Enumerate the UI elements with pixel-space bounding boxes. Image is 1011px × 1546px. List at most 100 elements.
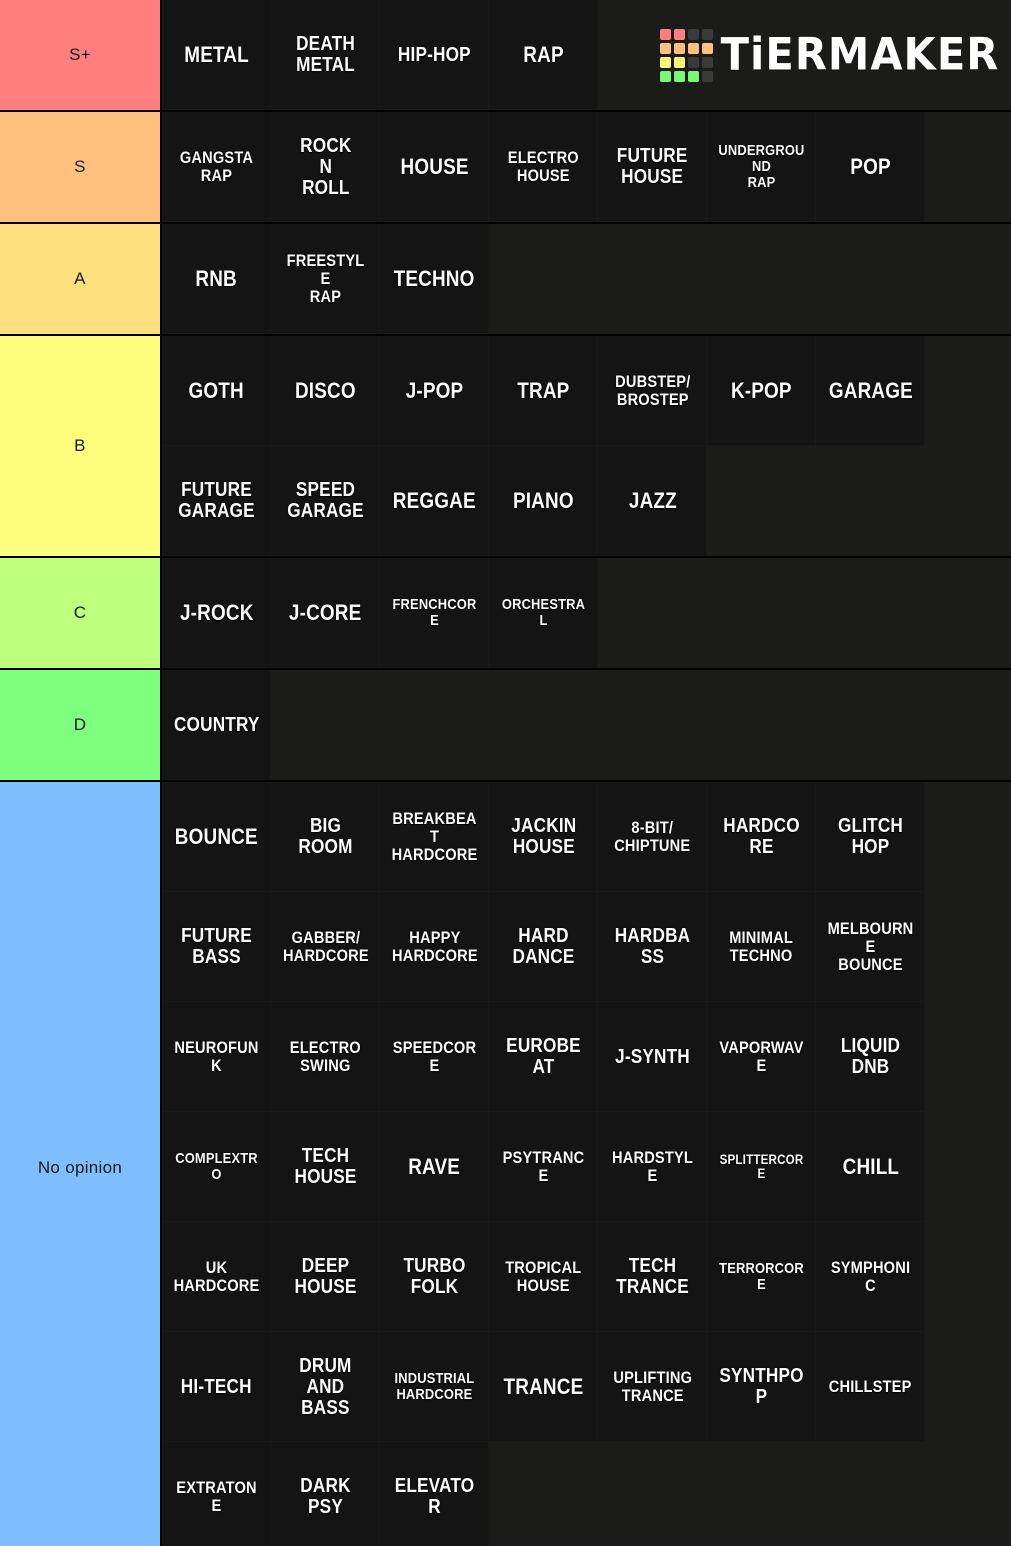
tier-item[interactable]: HAPPY HARDCORE (380, 892, 489, 1002)
tier-item[interactable]: COMPLEXTRO (162, 1112, 271, 1222)
tier-item-label: FUTURE HOUSE (617, 145, 688, 188)
tier-item[interactable]: BREAKBEAT HARDCORE (380, 782, 489, 892)
tier-item-label: HARDSTYLE (612, 1148, 693, 1185)
tier-label-no-opinion[interactable]: No opinion (0, 782, 162, 1546)
tier-drop-area-c[interactable]: J-ROCK J-CORE FRENCHCORE ORCHESTRAL (162, 558, 1011, 668)
tier-drop-area-d[interactable]: COUNTRY (162, 670, 1011, 780)
tier-item[interactable]: TECH HOUSE (271, 1112, 380, 1222)
tier-item[interactable]: METAL (162, 0, 271, 110)
tier-item-label: CHILLSTEP (829, 1377, 912, 1397)
tier-item[interactable]: DUBSTEP/ BROSTEP (598, 336, 707, 446)
tier-item[interactable]: EUROBEAT (489, 1002, 598, 1112)
tier-item-label: LIQUID DNB (840, 1035, 901, 1078)
tier-item[interactable]: HARDCORE (707, 782, 816, 892)
tier-item[interactable]: POP (816, 112, 925, 222)
tier-item[interactable]: RNB (162, 224, 271, 334)
tier-item[interactable]: HIP-HOP (380, 0, 489, 110)
tier-item[interactable]: J-CORE (271, 558, 380, 668)
tier-item[interactable]: HOUSE (380, 112, 489, 222)
tier-item-label: ORCHESTRAL (501, 596, 586, 629)
tier-drop-area-a[interactable]: RNB FREESTYLE RAP TECHNO (162, 224, 1011, 334)
tier-item[interactable]: TECHNO (380, 224, 489, 334)
tier-item[interactable]: TURBO FOLK (380, 1222, 489, 1332)
tier-label-s-[interactable]: S+ (0, 0, 162, 110)
tier-item[interactable]: ELECTRO HOUSE (489, 112, 598, 222)
tier-item[interactable]: ORCHESTRAL (489, 558, 598, 668)
tier-item[interactable]: MINIMAL TECHNO (707, 892, 816, 1002)
tier-item-label: GANGSTA RAP (179, 148, 254, 185)
tier-item[interactable]: 8-BIT/ CHIPTUNE (598, 782, 707, 892)
tier-item[interactable]: HARD DANCE (489, 892, 598, 1002)
tier-drop-area-s-[interactable]: METAL DEATH METAL HIP-HOP RAP (162, 0, 1011, 110)
tier-item[interactable]: PSYTRANCE (489, 1112, 598, 1222)
tier-item-label: DISCO (295, 378, 356, 404)
tier-item[interactable]: FUTURE BASS (162, 892, 271, 1002)
tier-item[interactable]: RAVE (380, 1112, 489, 1222)
tier-item[interactable]: SPLITTERCORE (707, 1112, 816, 1222)
tier-item[interactable]: BOUNCE (162, 782, 271, 892)
tier-item[interactable]: HI-TECH (162, 1332, 271, 1442)
tier-item[interactable]: CHILL (816, 1112, 925, 1222)
tier-item[interactable]: TROPICAL HOUSE (489, 1222, 598, 1332)
tier-item[interactable]: GABBER/ HARDCORE (271, 892, 380, 1002)
tier-item[interactable]: TRANCE (489, 1332, 598, 1442)
tier-item[interactable]: ROCK N ROLL (271, 112, 380, 222)
tier-item[interactable]: GLITCH HOP (816, 782, 925, 892)
tier-item[interactable]: TRAP (489, 336, 598, 446)
tier-item[interactable]: BIG ROOM (271, 782, 380, 892)
tier-item[interactable]: REGGAE (380, 446, 489, 556)
tier-item-label: CHILL (842, 1154, 899, 1180)
tier-item-label: INDUSTRIAL HARDCORE (394, 1370, 475, 1403)
tier-item[interactable]: GANGSTA RAP (162, 112, 271, 222)
tier-drop-area-no-opinion[interactable]: BOUNCE BIG ROOM BREAKBEAT HARDCORE JACKIN H… (162, 782, 1011, 1546)
tier-item[interactable]: VAPORWAVE (707, 1002, 816, 1112)
tier-item[interactable]: CHILLSTEP (816, 1332, 925, 1442)
tier-item[interactable]: J-SYNTH (598, 1002, 707, 1112)
tier-item[interactable]: ELEVATOR (380, 1442, 489, 1546)
tier-item[interactable]: DRUM AND BASS (271, 1332, 380, 1442)
tier-item[interactable]: LIQUID DNB (816, 1002, 925, 1112)
tier-item[interactable]: JAZZ (598, 446, 707, 556)
tier-item[interactable]: SYNTHPOP (707, 1332, 816, 1442)
tier-label-c[interactable]: C (0, 558, 162, 668)
tier-item[interactable]: SPEEDCORE (380, 1002, 489, 1112)
tier-label-a[interactable]: A (0, 224, 162, 334)
tier-item[interactable]: HARDSTYLE (598, 1112, 707, 1222)
tier-item[interactable]: JACKIN HOUSE (489, 782, 598, 892)
tier-item[interactable]: DISCO (271, 336, 380, 446)
tier-item[interactable]: UNDERGROUND RAP (707, 112, 816, 222)
tier-item[interactable]: NEUROFUNK (162, 1002, 271, 1112)
tier-item[interactable]: HARDBASS (598, 892, 707, 1002)
tier-item[interactable]: J-ROCK (162, 558, 271, 668)
tier-item[interactable]: DEATH METAL (271, 0, 380, 110)
tier-item[interactable]: UK HARDCORE (162, 1222, 271, 1332)
tier-item[interactable]: J-POP (380, 336, 489, 446)
tier-label-s[interactable]: S (0, 112, 162, 222)
tier-item[interactable]: SPEED GARAGE (271, 446, 380, 556)
tier-item[interactable]: SYMPHONIC (816, 1222, 925, 1332)
tier-item[interactable]: TERRORCORE (707, 1222, 816, 1332)
tier-item[interactable]: K-POP (707, 336, 816, 446)
tier-item[interactable]: PIANO (489, 446, 598, 556)
tier-drop-area-b[interactable]: GOTH DISCO J-POP TRAP DUBSTEP/ BROSTEP K-POP G… (162, 336, 1011, 556)
tier-item[interactable]: FREESTYLE RAP (271, 224, 380, 334)
tier-item[interactable]: TECH TRANCE (598, 1222, 707, 1332)
tier-item[interactable]: MELBOURNE BOUNCE (816, 892, 925, 1002)
tier-item-label: REGGAE (392, 488, 477, 514)
tier-item[interactable]: COUNTRY (162, 670, 271, 780)
tier-label-b[interactable]: B (0, 336, 162, 556)
tier-item[interactable]: FUTURE HOUSE (598, 112, 707, 222)
tier-item[interactable]: RAP (489, 0, 598, 110)
tier-label-d[interactable]: D (0, 670, 162, 780)
tier-item[interactable]: INDUSTRIAL HARDCORE (380, 1332, 489, 1442)
tier-item[interactable]: UPLIFTING TRANCE (598, 1332, 707, 1442)
tier-item[interactable]: GARAGE (816, 336, 925, 446)
tier-item[interactable]: DARK PSY (271, 1442, 380, 1546)
tier-item[interactable]: FRENCHCORE (380, 558, 489, 668)
tier-item[interactable]: GOTH (162, 336, 271, 446)
tier-item[interactable]: DEEP HOUSE (271, 1222, 380, 1332)
tier-item[interactable]: FUTURE GARAGE (162, 446, 271, 556)
tier-item[interactable]: EXTRATONE (162, 1442, 271, 1546)
tier-item[interactable]: ELECTRO SWING (271, 1002, 380, 1112)
tier-drop-area-s[interactable]: GANGSTA RAP ROCK N ROLL HOUSE ELECTRO HOUSE… (162, 112, 1011, 222)
